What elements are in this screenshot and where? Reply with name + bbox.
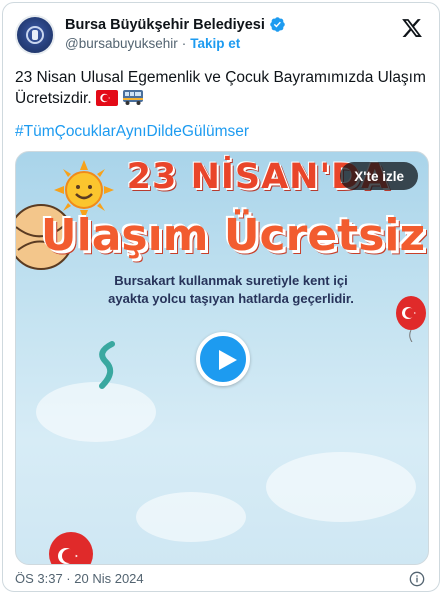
tweet-header: Bursa Büyükşehir Belediyesi @bursabuyuks…	[15, 13, 427, 57]
caption-line-1: Bursakart kullanmak suretiyle kent içi	[114, 273, 348, 288]
play-button[interactable]	[196, 332, 250, 386]
confetti-squiggle	[99, 341, 115, 389]
name-row: Bursa Büyükşehir Belediyesi	[65, 16, 286, 33]
watch-on-x-button[interactable]: X'te izle	[340, 162, 418, 190]
avatar[interactable]	[15, 15, 55, 55]
caption-line-2: ayakta yolcu taşıyan hatlarda geçerlidir…	[108, 291, 354, 306]
cloud	[136, 492, 246, 542]
handle-row: @bursabuyuksehir · Takip et	[65, 36, 240, 51]
x-logo-icon[interactable]	[401, 17, 423, 39]
cloud	[36, 382, 156, 442]
separator: ·	[181, 36, 187, 51]
tweet-body: 23 Nisan Ulusal Egemenlik ve Çocuk Bayra…	[15, 69, 426, 107]
bus-icon	[123, 90, 144, 105]
video-caption: Bursakart kullanmak suretiyle kent içi a…	[71, 272, 391, 308]
follow-button[interactable]: Takip et	[190, 36, 240, 51]
display-name[interactable]: Bursa Büyükşehir Belediyesi	[65, 17, 265, 33]
hashtag-link[interactable]: #TümÇocuklarAynıDildeGülümser	[15, 123, 249, 141]
video-media[interactable]: 23 NİSAN'DA Ulaşım Ücretsiz Bursakart ku…	[15, 151, 429, 565]
balloon-icon	[396, 296, 426, 342]
video-subhead: Ulaşım Ücretsiz	[40, 210, 426, 261]
cloud	[266, 452, 416, 522]
balloon-icon	[49, 532, 93, 564]
timestamp[interactable]: ÖS 3:37 · 20 Nis 2024	[15, 571, 144, 586]
info-icon[interactable]	[409, 571, 425, 587]
tweet-card[interactable]: Bursa Büyükşehir Belediyesi @bursabuyuks…	[2, 2, 440, 592]
turkey-flag-icon	[95, 90, 118, 106]
handle[interactable]: @bursabuyuksehir	[65, 36, 178, 51]
tweet-text: 23 Nisan Ulusal Egemenlik ve Çocuk Bayra…	[15, 67, 429, 109]
avatar-mark	[32, 30, 38, 40]
play-icon	[219, 350, 237, 370]
verified-badge-icon	[270, 17, 285, 32]
